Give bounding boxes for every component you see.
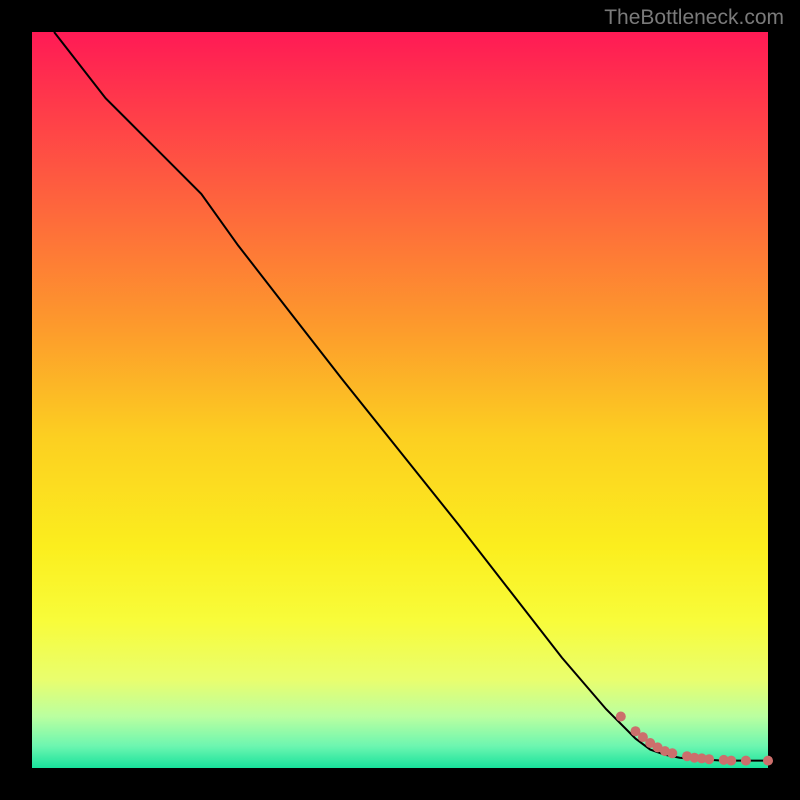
scatter-dot bbox=[763, 756, 773, 766]
scatter-dot bbox=[726, 756, 736, 766]
scatter-dots bbox=[616, 712, 773, 766]
watermark-text: TheBottleneck.com bbox=[604, 6, 784, 30]
chart-frame: TheBottleneck.com bbox=[0, 0, 800, 800]
scatter-dot bbox=[741, 756, 751, 766]
scatter-dot bbox=[704, 754, 714, 764]
scatter-dot bbox=[616, 712, 626, 722]
chart-svg bbox=[32, 32, 768, 768]
bottleneck-curve bbox=[54, 32, 768, 761]
scatter-dot bbox=[667, 748, 677, 758]
plot-area bbox=[32, 32, 768, 768]
